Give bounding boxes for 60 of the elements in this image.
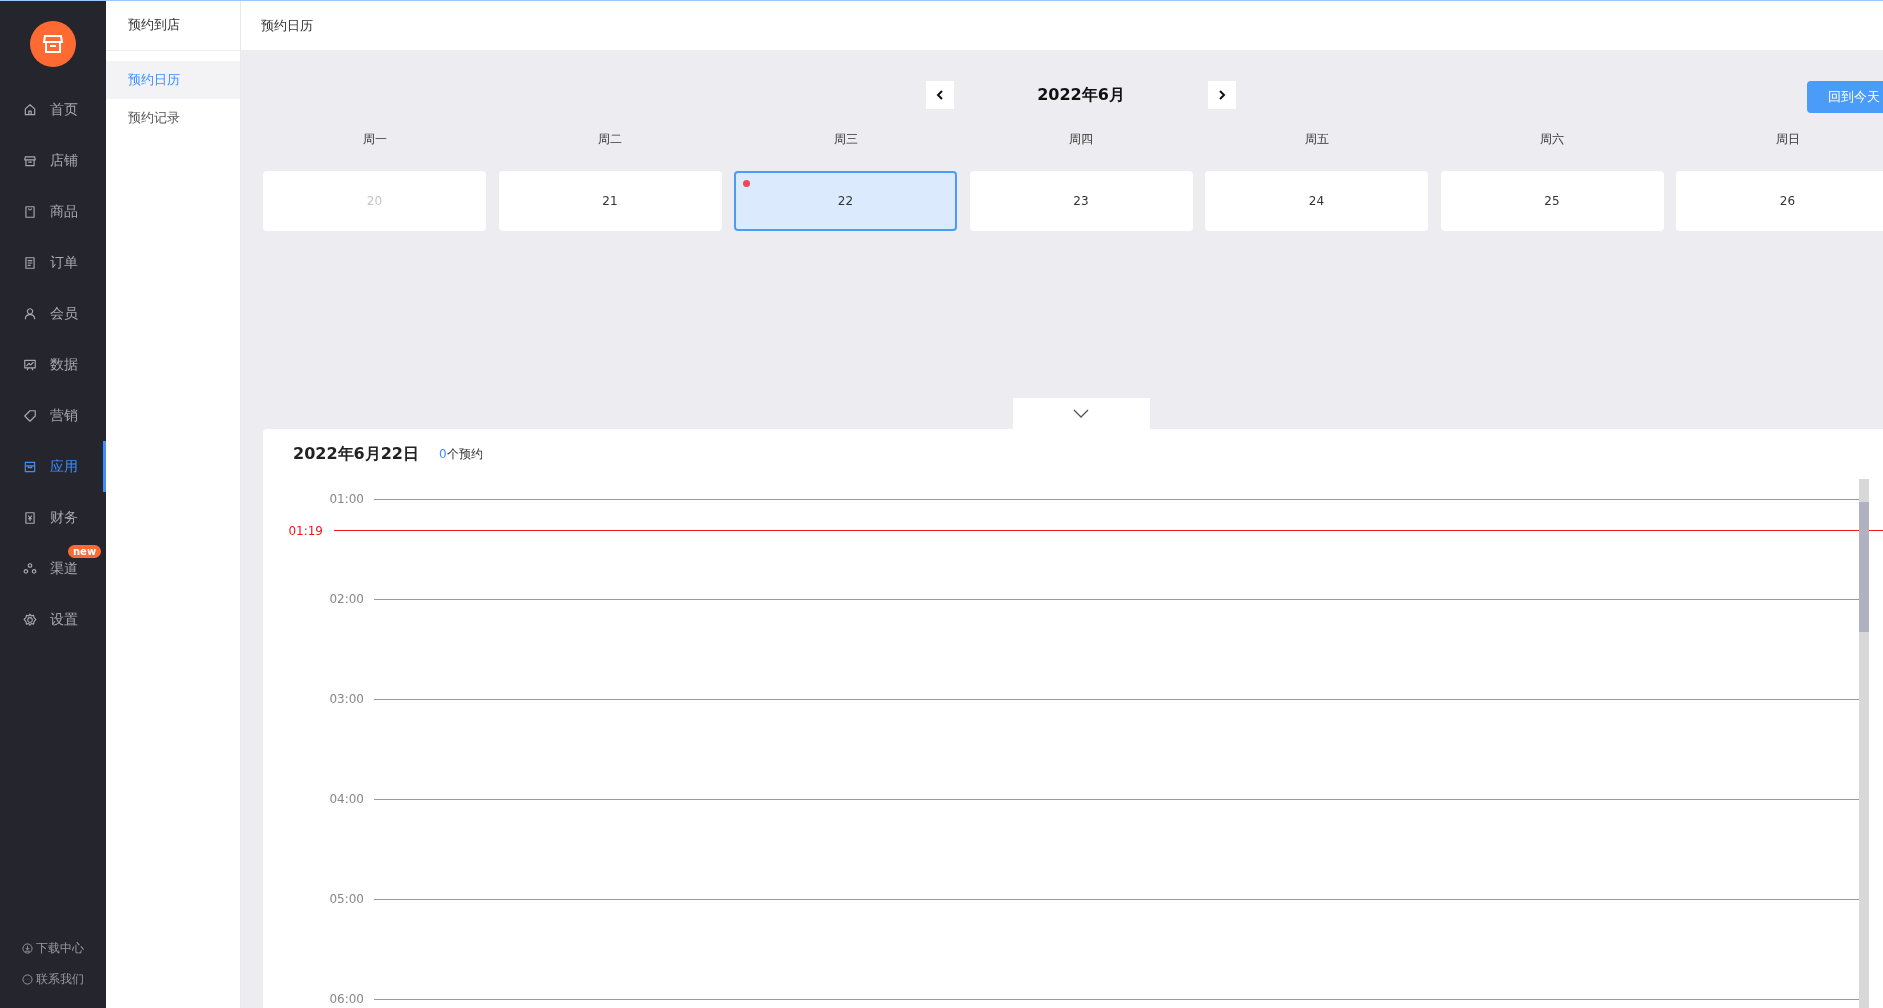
hour-label: 03:00 — [328, 692, 364, 706]
nav-item[interactable]: 财务 — [0, 492, 106, 543]
chevron-right-icon — [1216, 89, 1228, 101]
weekday-label: 周六 — [1539, 131, 1565, 148]
day-cell[interactable]: 24 — [1205, 171, 1428, 231]
nav-item[interactable]: 店铺 — [0, 135, 106, 186]
weekday-label: 周二 — [597, 131, 623, 148]
day-cell[interactable]: 21 — [498, 171, 722, 231]
nav-item[interactable]: new 渠道 — [0, 543, 106, 594]
list-icon — [23, 255, 37, 270]
footer-link[interactable]: 下载中心 — [22, 940, 84, 957]
next-month-button[interactable] — [1208, 81, 1236, 109]
home-icon — [23, 102, 37, 117]
weekday-label: 周三 — [832, 131, 859, 148]
appointment-count: 0个预约 — [438, 446, 483, 463]
selected-date-title: 2022年6月22日 — [293, 444, 419, 465]
settings-icon — [23, 612, 37, 627]
day-cell[interactable]: 26 — [1676, 171, 1883, 231]
nodes-icon — [23, 561, 37, 576]
store-logo-icon — [30, 21, 76, 67]
ledger-icon — [23, 510, 37, 525]
day-cell[interactable]: 25 — [1440, 171, 1664, 231]
submenu-item[interactable]: 预约记录 — [106, 99, 240, 137]
weekday-label: 周日 — [1774, 131, 1801, 148]
chart-icon — [23, 357, 37, 372]
submenu-title: 预约到店 — [106, 1, 240, 51]
tag-icon — [23, 408, 37, 423]
previous-month-button[interactable] — [926, 81, 954, 109]
nav-item[interactable]: 订单 — [0, 237, 106, 288]
hour-label: 06:00 — [328, 992, 364, 1006]
hour-label: 04:00 — [328, 792, 364, 806]
chevron-left-icon — [934, 89, 946, 101]
scrollbar[interactable] — [1859, 479, 1869, 1008]
download-icon — [22, 943, 33, 954]
new-badge: new — [68, 545, 102, 558]
hour-label: 05:00 — [328, 892, 364, 906]
hour-label: 02:00 — [328, 592, 364, 606]
day-cell[interactable]: 23 — [969, 171, 1193, 231]
page-title: 预约日历 — [261, 16, 313, 35]
box-icon — [23, 459, 37, 474]
chevron-down-icon — [1073, 408, 1089, 419]
hour-label: 01:00 — [328, 492, 364, 506]
footer-link[interactable]: 联系我们 — [22, 971, 84, 988]
nav-item[interactable]: 会员 — [0, 288, 106, 339]
nav-item[interactable]: 商品 — [0, 186, 106, 237]
nav-item[interactable]: 设置 — [0, 594, 106, 645]
nav-item[interactable]: 营销 — [0, 390, 106, 441]
day-cell[interactable]: 22 — [734, 171, 957, 231]
person-icon — [23, 306, 37, 321]
nav-item[interactable]: 首页 — [0, 84, 106, 135]
document-icon — [23, 204, 37, 219]
store-icon — [23, 153, 37, 168]
nav-item[interactable]: 数据 — [0, 339, 106, 390]
weekday-label: 周五 — [1303, 131, 1330, 148]
current-time-label: 01:19 — [287, 523, 323, 538]
chat-icon — [22, 974, 33, 985]
weekday-label: 周四 — [1068, 131, 1094, 148]
weekday-label: 周一 — [361, 131, 388, 148]
month-title: 2022年6月 — [1036, 84, 1126, 106]
collapse-toggle[interactable] — [1012, 398, 1150, 429]
